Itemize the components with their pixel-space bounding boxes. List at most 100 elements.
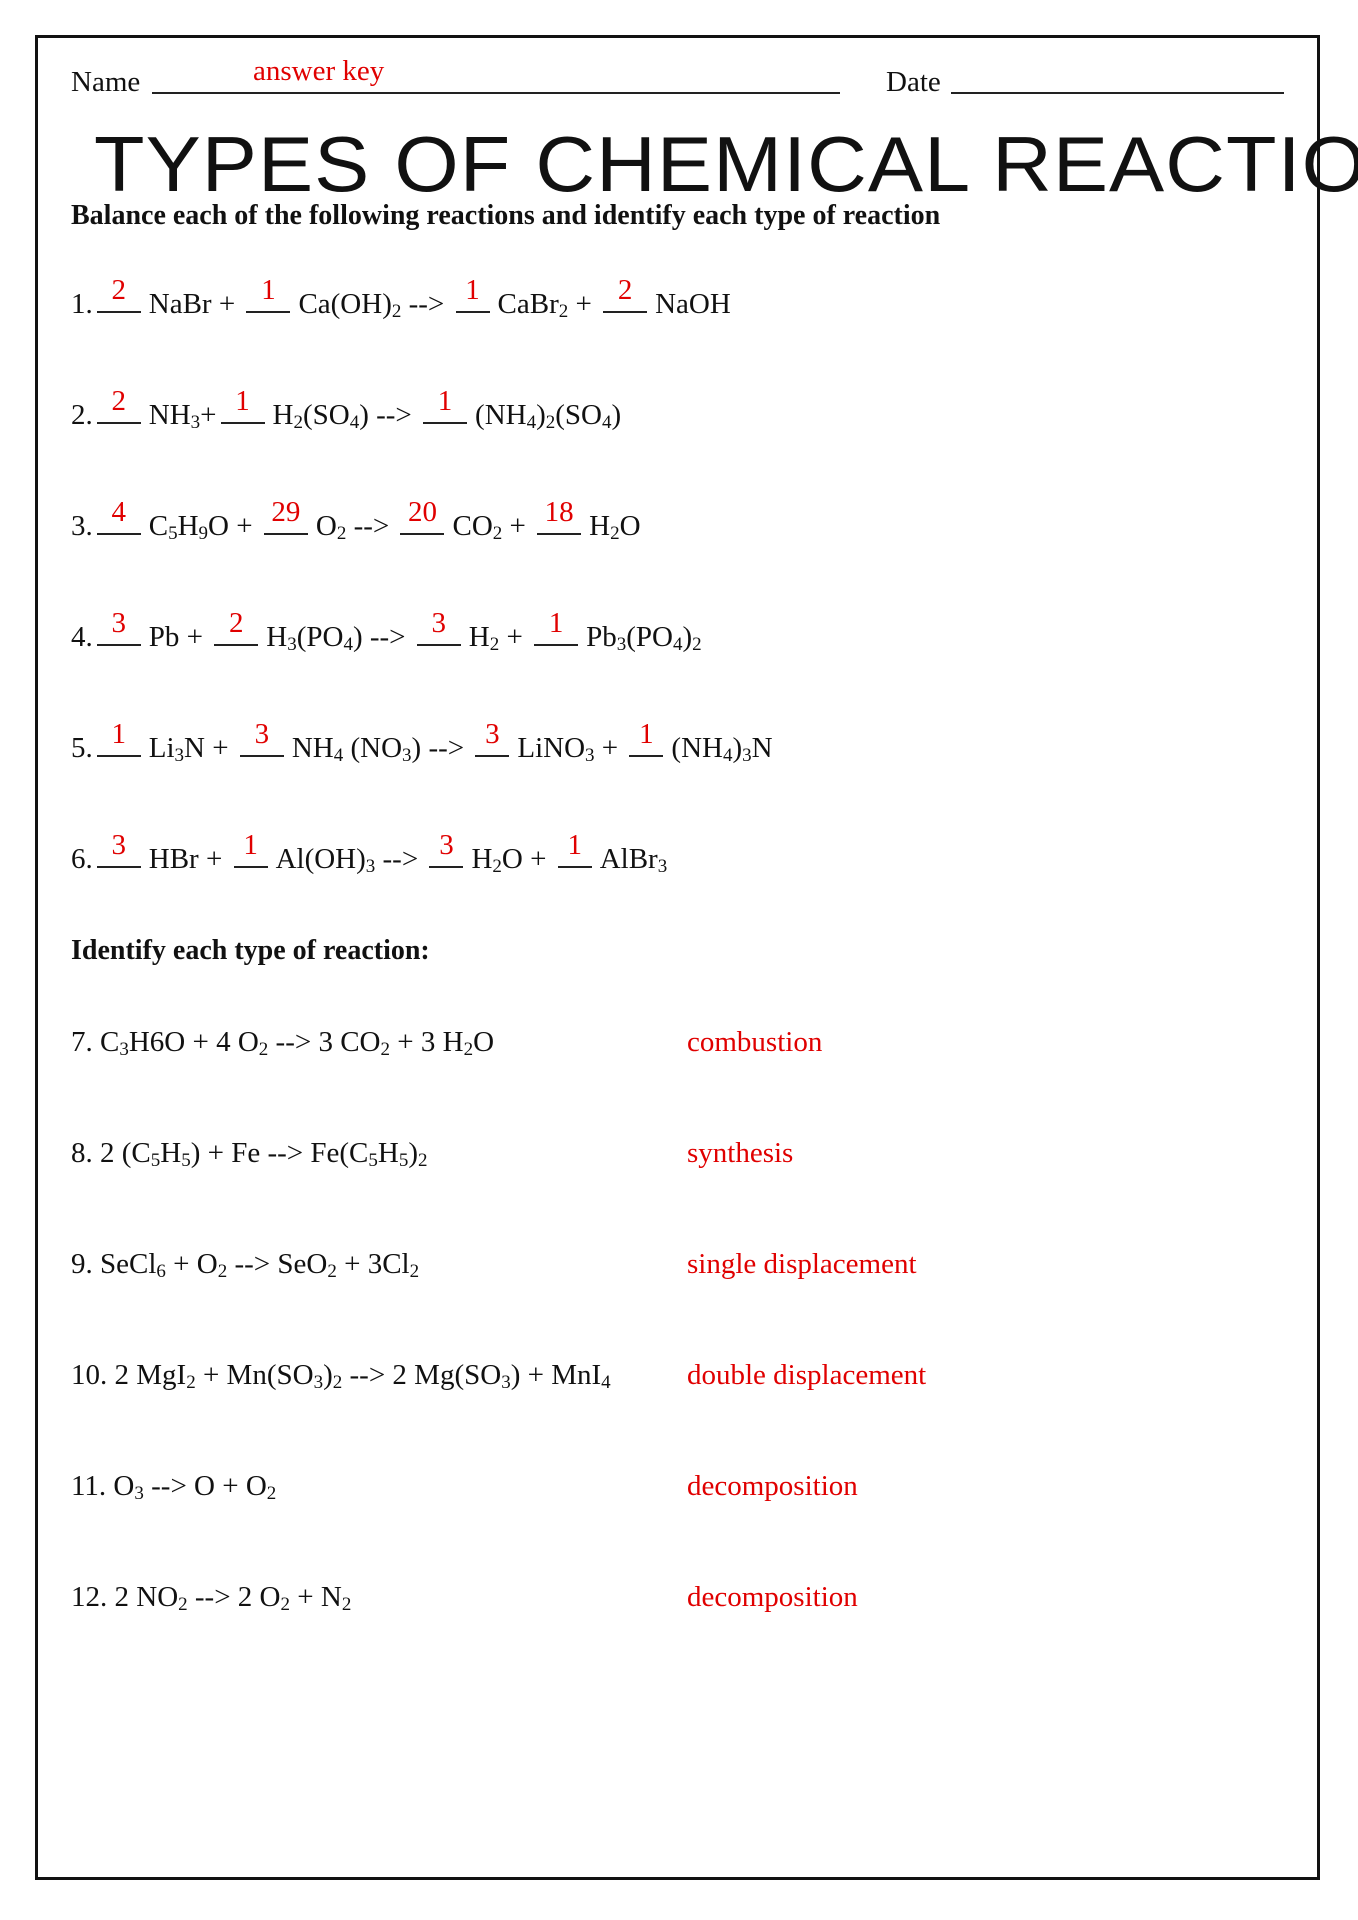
coefficient-blank[interactable]: 2: [214, 609, 259, 646]
chemical-formula: HBr: [148, 843, 199, 875]
coefficient-answer: 4: [111, 496, 127, 528]
problem-number: 6.: [71, 843, 93, 875]
coefficient-blank[interactable]: 3: [96, 831, 141, 868]
chemical-formula: Pb3(PO4)2: [586, 621, 702, 655]
coefficient-blank[interactable]: 29: [263, 498, 308, 535]
reaction-arrow: -->: [368, 399, 420, 431]
coefficient-answer: 1: [437, 385, 453, 417]
coefficient-blank[interactable]: 20: [400, 498, 445, 535]
coefficient-blank[interactable]: 3: [416, 609, 461, 646]
coefficient-blank[interactable]: 1: [423, 387, 468, 424]
coefficient-blank[interactable]: 3: [429, 831, 464, 868]
date-field-underline: [951, 92, 1284, 94]
plus-sign: +: [502, 510, 534, 542]
identify-problem-10: 10. 2 MgI2 + Mn(SO3)2 --> 2 Mg(SO3) + Mn…: [71, 1361, 611, 1393]
chemical-formula: Pb: [148, 621, 180, 653]
coefficient-answer: 1: [261, 274, 276, 306]
coefficient-answer: 3: [439, 829, 454, 861]
reaction-arrow: -->: [362, 621, 413, 653]
date-label: Date: [886, 66, 941, 98]
coefficient-blank[interactable]: 1: [220, 387, 265, 424]
chemical-formula: Li3N: [148, 732, 205, 766]
coefficient-answer: 1: [465, 274, 480, 306]
chemical-formula: (NH4)3N: [671, 732, 773, 766]
chemical-formula: Al(OH)3: [275, 843, 376, 877]
coefficient-answer: 3: [111, 829, 127, 861]
chemical-equation: 8. 2 (C5H5) + Fe --> Fe(C5H5)2: [71, 1137, 428, 1171]
chemical-formula: H2(SO4): [272, 399, 369, 433]
reaction-arrow: -->: [346, 510, 397, 542]
coefficient-answer: 2: [111, 274, 127, 306]
chemical-formula: CO2: [452, 510, 503, 544]
chemical-equation: 9. SeCl6 + O2 --> SeO2 + 3Cl2: [71, 1248, 420, 1282]
reaction-type-answer[interactable]: combustion: [687, 1028, 822, 1057]
coefficient-answer: 1: [111, 718, 127, 750]
plus-sign: +: [229, 510, 260, 542]
coefficient-answer: 3: [111, 607, 127, 639]
chemical-formula: CaBr2: [497, 288, 569, 322]
chemical-formula: H3(PO4): [266, 621, 363, 655]
identify-problem-12: 12. 2 NO2 --> 2 O2 + N2: [71, 1583, 351, 1615]
coefficient-answer: 18: [544, 496, 574, 528]
coefficient-blank[interactable]: 3: [475, 720, 510, 757]
reaction-arrow: -->: [421, 732, 472, 764]
name-label: Name: [71, 66, 141, 98]
coefficient-blank[interactable]: 1: [246, 276, 291, 313]
reaction-arrow: -->: [401, 288, 452, 320]
reaction-type-answer[interactable]: decomposition: [687, 1472, 858, 1501]
coefficient-answer: 3: [254, 718, 270, 750]
coefficient-answer: 20: [407, 496, 437, 528]
plus-sign: +: [522, 843, 554, 875]
balance-problem-3: 3. 4 C5H9O + 29 O2 --> 20 CO2 + 18 H2O: [71, 498, 641, 544]
reaction-type-answer[interactable]: decomposition: [687, 1583, 858, 1612]
reaction-type-answer[interactable]: double displacement: [687, 1361, 926, 1390]
problem-number: 4.: [71, 621, 93, 653]
plus-sign: +: [179, 621, 211, 653]
reaction-type-answer[interactable]: synthesis: [687, 1139, 793, 1168]
plus-sign: +: [594, 732, 626, 764]
chemical-formula: LiNO3: [517, 732, 595, 766]
balance-problem-2: 2. 2 NH3+ 1 H2(SO4) --> 1 (NH4)2(SO4): [71, 387, 622, 433]
coefficient-blank[interactable]: 2: [603, 276, 648, 313]
coefficient-answer: 2: [111, 385, 127, 417]
chemical-equation: 11. O3 --> O + O2: [71, 1470, 277, 1504]
coefficient-answer: 2: [229, 607, 244, 639]
coefficient-blank[interactable]: 1: [455, 276, 490, 313]
coefficient-blank[interactable]: 1: [629, 720, 664, 757]
plus-sign: +: [204, 732, 236, 764]
coefficient-blank[interactable]: 2: [96, 276, 141, 313]
reaction-type-answer[interactable]: single displacement: [687, 1250, 917, 1279]
identify-problem-11: 11. O3 --> O + O2: [71, 1470, 277, 1504]
coefficient-blank[interactable]: 3: [239, 720, 284, 757]
name-field[interactable]: answer key: [253, 57, 384, 86]
coefficient-blank[interactable]: 3: [96, 609, 141, 646]
coefficient-blank[interactable]: 1: [557, 831, 592, 868]
coefficient-answer: 1: [548, 607, 564, 639]
coefficient-answer: 3: [431, 607, 447, 639]
name-field-underline: [152, 92, 840, 94]
chemical-formula: C5H9O: [148, 510, 229, 544]
coefficient-blank[interactable]: 1: [233, 831, 268, 868]
problem-number: 2.: [71, 399, 93, 431]
reaction-arrow: -->: [375, 843, 426, 875]
coefficient-answer: 1: [243, 829, 258, 861]
balance-problem-5: 5. 1 Li3N + 3 NH4 (NO3) --> 3 LiNO3 + 1 (NH4)…: [71, 720, 773, 766]
coefficient-answer: 29: [271, 496, 301, 528]
coefficient-blank[interactable]: 1: [96, 720, 141, 757]
coefficient-blank[interactable]: 2: [96, 387, 141, 424]
chemical-formula: (NH4)2(SO4): [475, 399, 622, 433]
coefficient-blank[interactable]: 1: [534, 609, 579, 646]
coefficient-answer: 3: [485, 718, 500, 750]
problem-number: 3.: [71, 510, 93, 542]
section1-instruction: Balance each of the following reactions …: [71, 200, 941, 231]
chemical-formula: Ca(OH)2: [298, 288, 402, 322]
plus-sign: +: [568, 288, 600, 320]
plus-sign: +: [211, 288, 243, 320]
identify-problem-8: 8. 2 (C5H5) + Fe --> Fe(C5H5)2: [71, 1137, 428, 1171]
section2-heading: Identify each type of reaction:: [71, 935, 430, 966]
chemical-equation: 7. C3H6O + 4 O2 --> 3 CO2 + 3 H2O: [71, 1026, 495, 1060]
chemical-formula: H2O: [589, 510, 641, 544]
coefficient-blank[interactable]: 18: [537, 498, 582, 535]
coefficient-blank[interactable]: 4: [96, 498, 141, 535]
coefficient-answer: 1: [639, 718, 654, 750]
